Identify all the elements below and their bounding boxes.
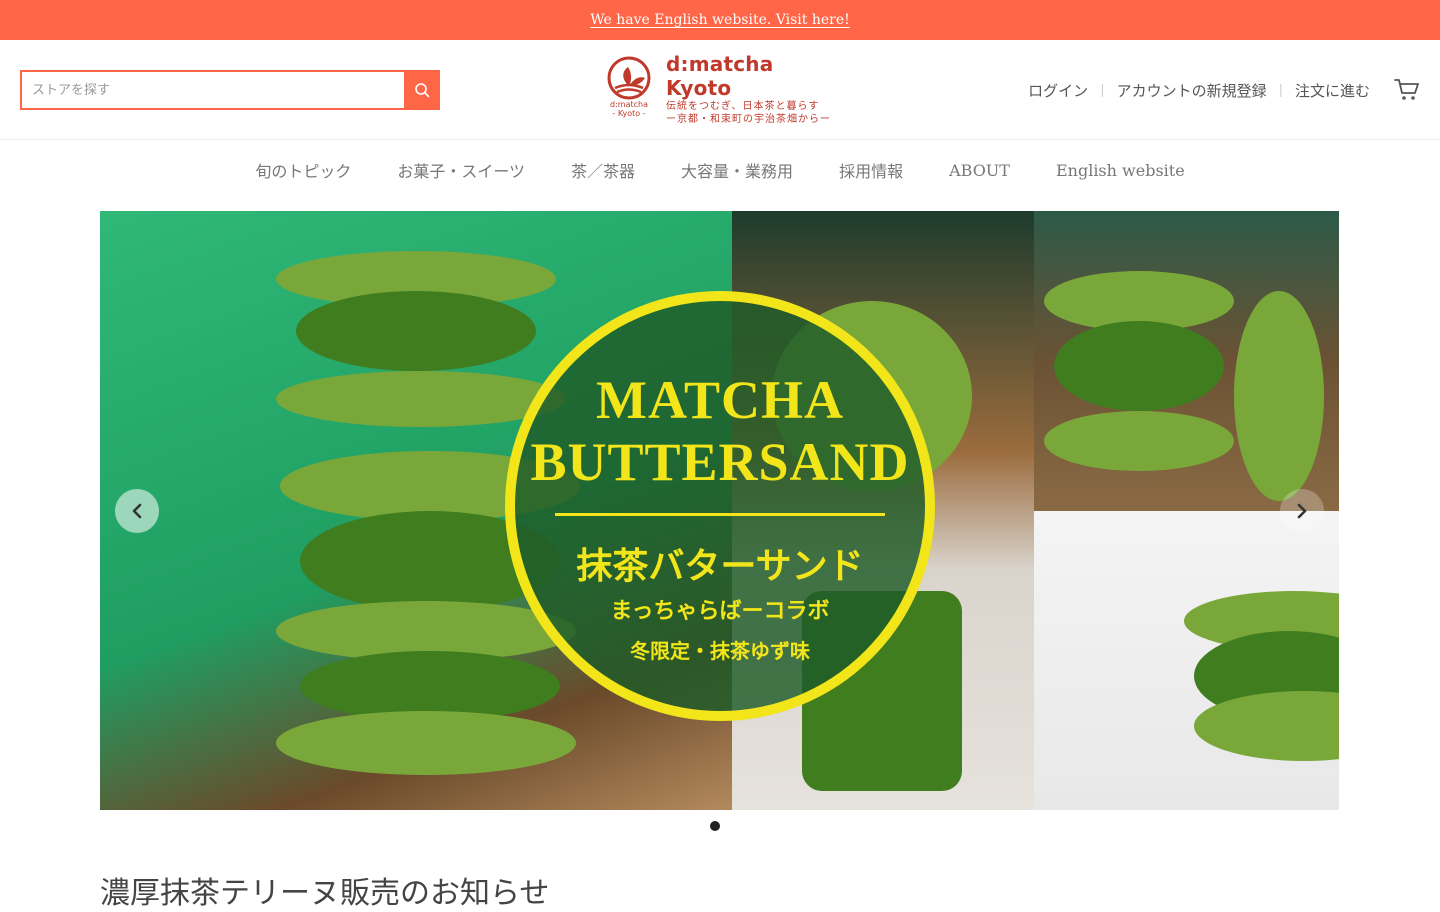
- register-link[interactable]: アカウントの新規登録: [1117, 80, 1267, 101]
- announcement-bar: We have English website. Visit here!: [0, 0, 1440, 40]
- main-nav: 旬のトピック お菓子・スイーツ 茶／茶器 大容量・業務用 採用情報 ABOUT …: [0, 141, 1440, 199]
- account-links: ログイン | アカウントの新規登録 | 注文に進む: [1028, 76, 1420, 104]
- store-search: [20, 70, 440, 110]
- site-header: d:matcha - Kyoto - d:matcha Kyoto 伝統をつむぎ…: [0, 40, 1440, 140]
- divider: |: [1100, 82, 1105, 98]
- search-input[interactable]: [20, 70, 404, 110]
- divider: |: [1278, 82, 1283, 98]
- nav-item-tea-ware[interactable]: 茶／茶器: [571, 158, 635, 182]
- nav-item-sweets[interactable]: お菓子・スイーツ: [397, 158, 525, 182]
- hero-jp-title: 抹茶バターサンド: [576, 545, 864, 587]
- next-slide-button[interactable]: [1280, 489, 1324, 533]
- search-icon: [415, 83, 430, 98]
- hero-image-hand: [1034, 511, 1339, 810]
- nav-item-english-website[interactable]: English website: [1056, 161, 1185, 180]
- hero-slider[interactable]: MATCHA BUTTERSAND 抹茶バターサンド まっちゃらばーコラボ 冬限…: [100, 211, 1339, 810]
- previous-slide-button[interactable]: [115, 489, 159, 533]
- section-title: 濃厚抹茶テリーヌ販売のお知らせ: [100, 876, 550, 911]
- chevron-right-icon: [1297, 503, 1307, 519]
- hero-jp-collab: まっちゃらばーコラボ: [610, 598, 830, 624]
- chevron-left-icon: [132, 503, 142, 519]
- site-logo[interactable]: d:matcha - Kyoto - d:matcha Kyoto 伝統をつむぎ…: [604, 52, 836, 125]
- hero-title-line1: MATCHA: [596, 370, 844, 430]
- hero-jp-flavor: 冬限定・抹茶ゆず味: [630, 639, 810, 663]
- hero-badge: MATCHA BUTTERSAND 抹茶バターサンド まっちゃらばーコラボ 冬限…: [505, 291, 935, 721]
- slide-dot-active[interactable]: [709, 821, 720, 831]
- login-link[interactable]: ログイン: [1028, 80, 1088, 101]
- nav-item-about[interactable]: ABOUT: [949, 161, 1010, 180]
- badge-divider: [555, 513, 885, 516]
- nav-item-bulk[interactable]: 大容量・業務用: [681, 158, 793, 182]
- cart-button[interactable]: [1394, 78, 1420, 102]
- tea-leaf-logo-icon: [607, 56, 651, 100]
- hero-image-package: [1034, 211, 1339, 511]
- logo-subtagline: ー京都・和束町の宇治茶畑からー: [666, 114, 831, 125]
- logo-title: d:matcha Kyoto: [666, 52, 774, 100]
- nav-item-recruiting[interactable]: 採用情報: [839, 158, 903, 182]
- checkout-link[interactable]: 注文に進む: [1295, 80, 1370, 101]
- logo-tagline: 伝統をつむぎ、日本茶と暮らす: [666, 101, 820, 112]
- slider-pagination: [0, 819, 1440, 833]
- english-site-link[interactable]: We have English website. Visit here!: [590, 12, 850, 28]
- hero-title-line2: BUTTERSAND: [530, 432, 910, 492]
- logo-mark-text: d:matcha - Kyoto -: [610, 100, 648, 118]
- logo-text: d:matcha Kyoto 伝統をつむぎ、日本茶と暮らす ー京都・和束町の宇治…: [666, 52, 836, 126]
- search-button[interactable]: [404, 70, 440, 110]
- nav-item-seasonal-topics[interactable]: 旬のトピック: [255, 158, 351, 182]
- logo-mark: d:matcha - Kyoto -: [604, 56, 654, 122]
- cart-icon: [1394, 79, 1419, 100]
